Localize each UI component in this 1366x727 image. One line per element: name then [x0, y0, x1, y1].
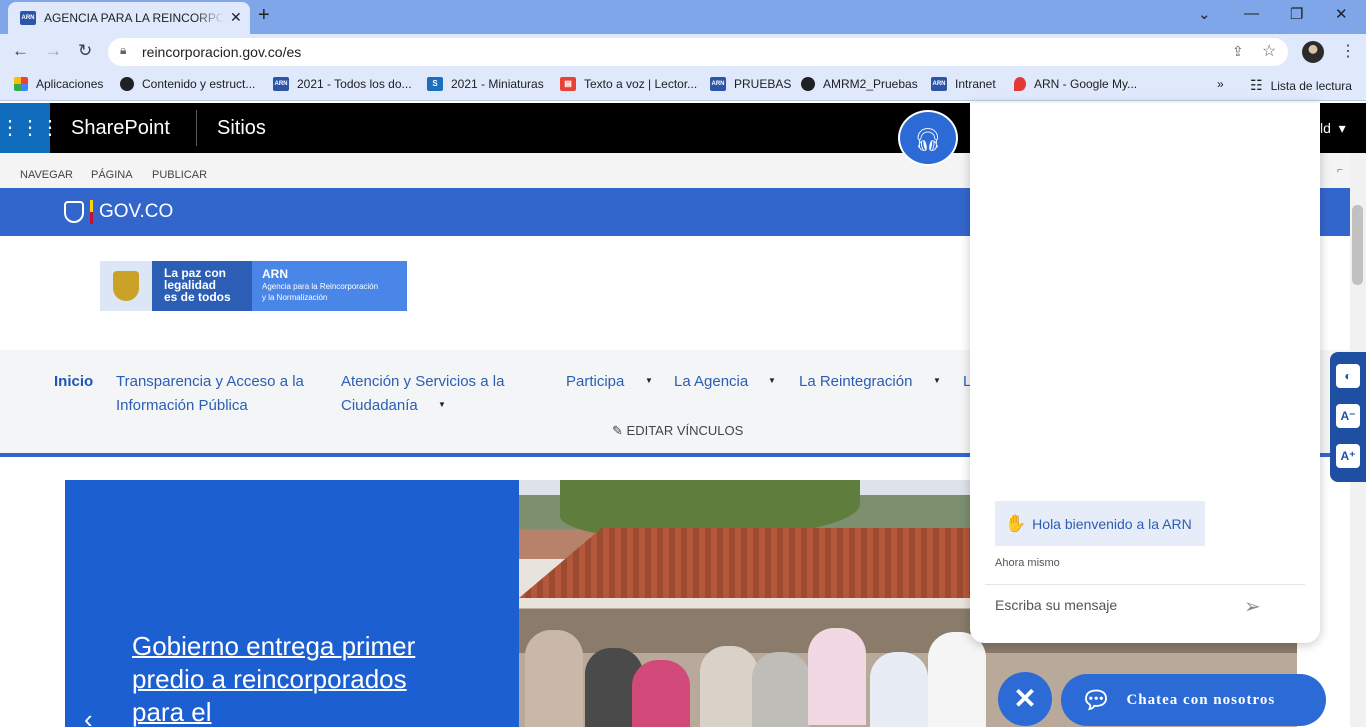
bookmark-star-icon[interactable]: ☆ — [1262, 41, 1276, 61]
bookmark-item[interactable]: AMRM2_Pruebas — [801, 77, 918, 91]
coat-of-arms-icon — [100, 261, 152, 311]
tab-close-icon[interactable]: ✕ — [230, 9, 242, 26]
gov-shield-icon — [64, 201, 84, 223]
message-timestamp: Ahora mismo — [995, 557, 1060, 569]
tab-title: AGENCIA PARA LA REINCORPORACIÓN — [44, 11, 224, 25]
back-arrow-icon[interactable]: ← — [12, 41, 29, 61]
close-chat-icon[interactable]: ✕ — [998, 672, 1052, 726]
support-agent-icon[interactable]: 🎧︎ — [898, 110, 958, 166]
hero-photo-person — [525, 630, 583, 727]
chat-launcher-button[interactable]: 💬︎ Chatea con nosotros — [1061, 674, 1326, 726]
scrollbar-thumb[interactable] — [1352, 205, 1363, 285]
slogan: La paz con legalidad es de todos — [152, 261, 252, 311]
arn-icon: ARN — [931, 77, 947, 91]
ribbon-tab-publicar[interactable]: PUBLICAR — [152, 169, 207, 181]
nav-item-la-agencia[interactable]: La Agencia — [674, 370, 748, 394]
bookmark-apps[interactable]: Aplicaciones — [14, 77, 103, 91]
pencil-icon: ✎ — [612, 423, 623, 438]
nav-item-participa[interactable]: Participa — [566, 370, 624, 394]
arn-icon: ARN — [273, 77, 289, 91]
decrease-font-icon[interactable]: A⁻ — [1336, 404, 1360, 428]
bookmark-item[interactable]: Contenido y estruct... — [120, 77, 255, 91]
chevron-down-icon[interactable]: ▼ — [933, 376, 941, 385]
url-text[interactable]: reincorporacion.gov.co/es — [142, 44, 301, 60]
bookmark-item[interactable]: ARN Intranet — [931, 77, 996, 91]
browser-menu-icon[interactable]: ⋮ — [1340, 41, 1356, 61]
hero-photo-person — [870, 652, 928, 727]
tab-search-chevron-icon[interactable]: ⌄ — [1198, 5, 1211, 23]
ribbon-tab-navegar[interactable]: NAVEGAR — [20, 169, 73, 181]
arn-icon: ARN — [710, 77, 726, 91]
gov-flag-bar — [90, 200, 93, 224]
restore-icon[interactable]: ❐ — [1290, 5, 1303, 23]
minimize-icon[interactable]: — — [1244, 5, 1259, 22]
chat-bubbles-icon: 💬︎ — [1081, 687, 1113, 714]
nav-item-inicio[interactable]: Inicio — [54, 370, 93, 394]
hero-photo-person — [928, 632, 986, 727]
map-pin-icon — [1014, 77, 1026, 91]
user-menu[interactable]: ld ▾ — [1320, 120, 1346, 137]
globe-icon — [801, 77, 815, 91]
waving-hand-icon: ✋ — [1005, 513, 1027, 533]
lock-icon[interactable]: 🔒︎ — [120, 43, 126, 58]
arn-favicon-icon: ARN — [20, 11, 36, 25]
chevron-down-icon[interactable]: ▼ — [645, 376, 653, 385]
ribbon-tab-pagina[interactable]: PÁGINA — [91, 169, 133, 181]
app-launcher-icon[interactable]: ⋮⋮⋮ — [0, 103, 60, 153]
browser-tab[interactable]: ARN AGENCIA PARA LA REINCORPORACIÓN ✕ — [8, 2, 250, 34]
hero-photo-person — [700, 646, 758, 727]
nav-item-atencion[interactable]: Atención y Servicios a la Ciudadanía — [341, 370, 504, 418]
bookmark-item[interactable]: ▤ Texto a voz | Lector... — [560, 77, 697, 91]
agency-name: ARN Agencia para la Reincorporación y la… — [252, 261, 407, 311]
sharepoint-icon: S — [427, 77, 443, 91]
reading-list[interactable]: ☷ Lista de lectura — [1250, 77, 1352, 94]
edit-links-button[interactable]: ✎ EDITAR VÍNCULOS — [612, 423, 743, 439]
hero-photo-person — [752, 652, 810, 727]
document-icon: ▤ — [560, 77, 576, 91]
forward-arrow-icon[interactable]: → — [45, 41, 62, 61]
nav-item-transparencia[interactable]: Transparencia y Acceso a la Información P… — [116, 370, 304, 418]
bookmark-item[interactable]: S 2021 - Miniaturas — [427, 77, 544, 91]
increase-font-icon[interactable]: A⁺ — [1336, 444, 1360, 468]
hero-photo-person — [808, 628, 866, 725]
send-icon[interactable]: ➢ — [1244, 594, 1261, 619]
focus-mode-icon[interactable]: ⌐ — [1337, 165, 1343, 176]
share-icon[interactable]: ⇪ — [1232, 43, 1244, 60]
bookmark-item[interactable]: ARN 2021 - Todos los do... — [273, 77, 412, 91]
nav-item-la-reintegracion[interactable]: La Reintegración — [799, 370, 912, 394]
chat-message-bubble: ✋ Hola bienvenido a la ARN — [995, 501, 1205, 546]
new-tab-icon[interactable]: + — [258, 4, 270, 27]
profile-avatar[interactable] — [1302, 41, 1324, 63]
sharepoint-title[interactable]: SharePoint — [71, 117, 170, 140]
bookmark-item[interactable]: ARN - Google My... — [1014, 77, 1137, 91]
chat-divider — [985, 584, 1305, 585]
hero-photo-person — [632, 660, 690, 727]
bookmarks-overflow-icon[interactable]: » — [1217, 77, 1224, 91]
accessibility-toolbar: ◐ A⁻ A⁺ — [1330, 352, 1366, 482]
globe-icon — [120, 77, 134, 91]
gov-co-logo[interactable]: GOV.CO — [64, 200, 173, 224]
carousel-prev-icon[interactable]: ‹ — [84, 704, 93, 727]
bookmark-item[interactable]: ARN PRUEBAS — [710, 77, 791, 91]
arn-logo[interactable]: La paz con legalidad es de todos ARN Age… — [100, 261, 407, 311]
address-bar[interactable]: 🔒︎ reincorporacion.gov.co/es ⇪ ☆ — [108, 38, 1288, 66]
reload-icon[interactable]: ↻ — [78, 41, 92, 61]
hero-headline-link[interactable]: Gobierno entrega primer predio a reincor… — [132, 630, 462, 727]
reading-list-icon: ☷ — [1250, 77, 1263, 93]
chat-message-input[interactable] — [995, 597, 1225, 613]
chevron-down-icon[interactable]: ▼ — [768, 376, 776, 385]
chevron-down-icon[interactable]: ▼ — [438, 400, 446, 409]
window-close-icon[interactable]: ✕ — [1335, 5, 1348, 23]
sites-link[interactable]: Sitios — [217, 117, 266, 140]
apps-grid-icon — [14, 77, 28, 91]
contrast-toggle-icon[interactable]: ◐ — [1336, 364, 1360, 388]
suite-bar-divider — [196, 110, 197, 146]
